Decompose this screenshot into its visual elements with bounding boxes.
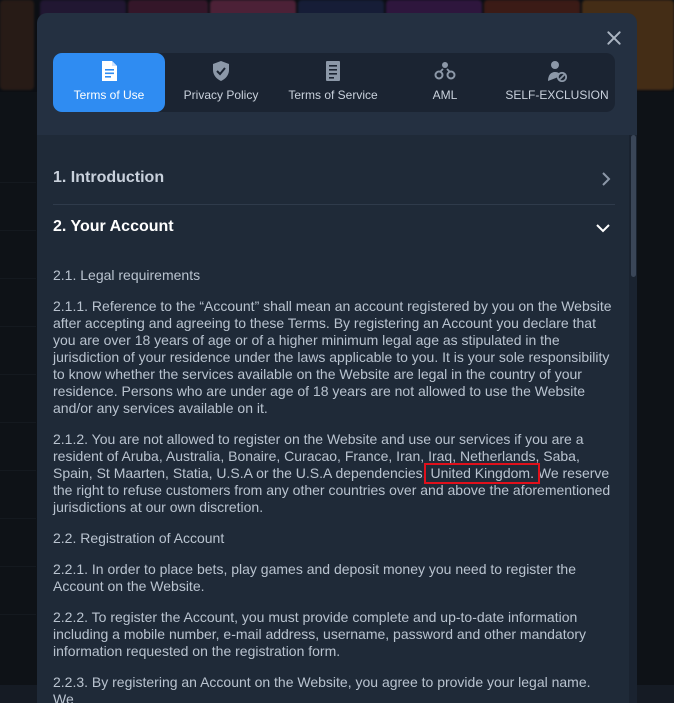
paragraph-2-2-3: 2.2.3. By registering an Account on the … — [53, 674, 591, 703]
tab-label: AML — [432, 88, 458, 102]
document-icon — [102, 61, 117, 81]
subheading-legal-requirements: 2.1. Legal requirements — [53, 267, 201, 283]
highlighted-text: United Kingdom. — [430, 465, 534, 481]
section-your-account[interactable]: 2. Your Account — [53, 204, 615, 252]
terms-tabs: Terms of Use Privacy Policy Terms of Ser… — [53, 53, 615, 112]
terms-modal: Terms of Use Privacy Policy Terms of Ser… — [37, 13, 637, 703]
tab-aml[interactable]: AML — [389, 53, 501, 112]
section-title: 1. Introduction — [53, 169, 165, 186]
paragraph-2-2-1: 2.2.1. In order to place bets, play game… — [53, 561, 576, 594]
paragraph-2-1-1: 2.1.1. Reference to the “Account” shall … — [53, 298, 612, 416]
highlighted-country: United Kingdom. — [424, 463, 540, 484]
tab-label: Privacy Policy — [183, 88, 259, 102]
printed-document-icon — [326, 61, 340, 81]
tab-label: SELF-EXCLUSION — [505, 88, 609, 102]
tab-label: Terms of Use — [73, 88, 145, 102]
tab-label: Terms of Service — [288, 88, 378, 102]
tab-terms-of-service[interactable]: Terms of Service — [277, 53, 389, 112]
user-blocked-icon — [548, 61, 568, 82]
tab-terms-of-use[interactable]: Terms of Use — [53, 53, 165, 112]
chevron-right-icon — [602, 172, 611, 186]
tab-privacy-policy[interactable]: Privacy Policy — [165, 53, 277, 112]
chevron-down-icon — [596, 224, 610, 233]
tab-self-exclusion[interactable]: SELF-EXCLUSION — [501, 53, 613, 112]
users-network-icon — [434, 62, 456, 80]
shield-check-icon — [213, 61, 229, 81]
section-title: 2. Your Account — [53, 218, 174, 235]
section-introduction[interactable]: 1. Introduction — [53, 155, 615, 203]
paragraph-2-2-2: 2.2.2. To register the Account, you must… — [53, 609, 587, 659]
terms-content[interactable]: 1. Introduction 2. Your Account 2.1. Leg… — [37, 135, 637, 703]
scrollbar-thumb[interactable] — [631, 135, 636, 277]
close-button[interactable] — [603, 27, 625, 49]
subheading-registration-of-account: 2.2. Registration of Account — [53, 530, 225, 546]
paragraph-2-1-2: 2.1.2. You are not allowed to register o… — [53, 431, 613, 516]
